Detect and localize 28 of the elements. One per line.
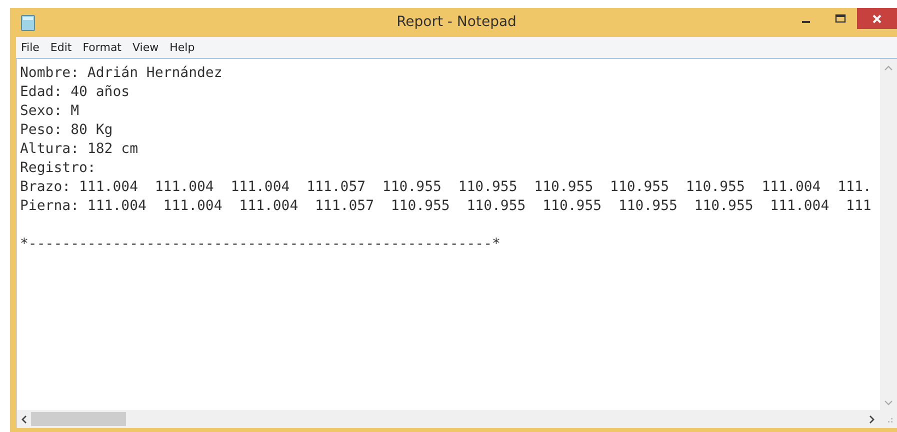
- scroll-right-icon[interactable]: [869, 414, 875, 424]
- menu-item[interactable]: File: [21, 41, 40, 54]
- horizontal-scrollbar[interactable]: [17, 410, 897, 428]
- vertical-scrollbar[interactable]: [880, 59, 897, 410]
- close-icon: [872, 14, 882, 24]
- text-line: Brazo: 111.004 111.004 111.004 111.057 110.955 110.955 110.955 110.955 110.955 111.004 111.: [20, 179, 872, 195]
- text-line: Nombre: Adrián Hernández: [20, 65, 222, 81]
- maximize-icon: [834, 14, 846, 24]
- scrollbar-thumb[interactable]: [31, 412, 126, 426]
- minimize-icon: [802, 20, 810, 22]
- text-line: Registro:: [20, 160, 96, 176]
- notepad-icon: [21, 14, 35, 30]
- scroll-up-icon[interactable]: [884, 65, 893, 71]
- menu-item[interactable]: Help: [170, 41, 195, 54]
- menu-item[interactable]: Format: [82, 41, 122, 54]
- text-line: Altura: 182 cm: [20, 141, 138, 157]
- text-line: Edad: 40 años: [20, 84, 130, 100]
- close-button[interactable]: [857, 8, 897, 29]
- text-line: Sexo: M: [20, 103, 80, 119]
- window-title: Report - Notepad: [396, 14, 516, 30]
- text-line: Peso: 80 Kg: [20, 122, 113, 138]
- menu-item[interactable]: Edit: [50, 41, 72, 54]
- resize-grip-icon[interactable]: [885, 415, 893, 423]
- scroll-down-icon[interactable]: [884, 400, 893, 406]
- separator-line: *-------------------------------------------------------*: [20, 236, 500, 252]
- text-line: Pierna: 111.004 111.004 111.004 111.057 110.955 110.955 110.955 110.955 110.955 111.004 111: [20, 198, 872, 214]
- scroll-left-icon[interactable]: [21, 414, 27, 424]
- menu-item[interactable]: View: [132, 41, 159, 54]
